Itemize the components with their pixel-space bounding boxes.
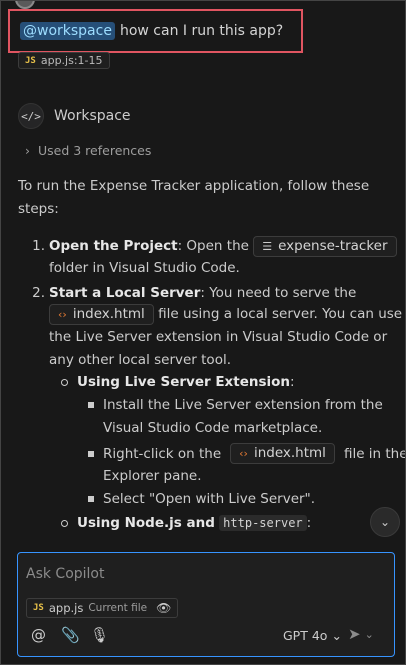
html-file-icon: ‹› [58,308,67,321]
intro-line-1: To run the Expense Tracker application, … [18,178,370,194]
current-file-sub: Current file [88,602,148,614]
model-selector[interactable]: GPT 4o ⌄ [283,628,342,643]
model-label: GPT 4o [283,628,328,643]
sub-step-live-server-title: Using Live Server Extension [77,374,291,390]
references-toggle[interactable]: › Used 3 references [25,143,151,158]
step-1: 1. Open the Project: Open the ☰ expense-tr… [18,236,397,257]
index-html-chip[interactable]: ‹› index.html [49,304,154,325]
user-message: @workspace how can I run this app? [8,9,303,53]
step-2-text-2: file using a local server. You can use [158,306,403,322]
index-html-chip-2[interactable]: ‹› index.html [230,443,335,464]
paperclip-icon[interactable]: 📎 [61,626,80,644]
eye-icon[interactable]: 👁 [156,601,171,615]
step-2-title: Start a Local Server [49,285,201,301]
step-1-post: folder in Visual Studio Code. [49,260,240,276]
step-1-title: Open the Project [49,238,178,254]
folder-chip[interactable]: ☰ expense-tracker [253,236,397,257]
at-icon[interactable]: @ [31,626,46,644]
index-html-chip-2-label: index.html [253,445,326,461]
user-avatar [15,1,35,9]
workspace-mention[interactable]: @workspace [20,22,115,40]
list-icon: ☰ [262,240,273,253]
sub-step-node-title: Using Node.js and [77,515,215,531]
send-button[interactable]: ➤ ⌄ [348,625,374,643]
intro-line-2: steps: [18,201,59,217]
live-server-item-1: Install the Live Server extension from t… [88,397,383,413]
attached-file-chip[interactable]: JS app.js:1-15 [18,52,110,69]
code-icon: </> [18,103,44,129]
attached-file-label: app.js:1-15 [40,54,103,67]
bullet-square [88,496,94,502]
chevron-right-icon: › [25,143,30,158]
bullet-circle [61,378,68,386]
http-server-code: http-server [219,515,307,531]
chevron-down-icon: ⌄ [331,628,342,643]
step-2-text-1: : You need to serve the [200,285,357,301]
bullet-circle [61,519,68,527]
response-header: </> Workspace [18,103,131,129]
sub-step-node-colon: : [306,515,312,531]
chat-input[interactable] [26,566,366,582]
javascript-file-icon: JS [33,603,44,613]
scroll-down-button[interactable]: ⌄ [370,507,400,537]
live-server-item-2-post: file in the [343,445,405,462]
javascript-file-icon: JS [25,55,36,66]
step-1-pre: : Open the [177,238,249,254]
live-server-item-3: Select "Open with Live Server". [88,491,315,507]
agent-name: Workspace [54,108,131,124]
user-message-text: how can I run this app? [119,23,284,39]
chat-input-box[interactable]: JS app.js Current file 👁 @ 📎 🎙 GPT 4o ⌄ … [17,552,395,657]
live-server-item-1-line-1: Install the Live Server extension from t… [103,397,383,413]
sub-step-live-server: Using Live Server Extension: [61,374,295,390]
folder-chip-label: expense-tracker [278,238,388,254]
chevron-down-icon: ⌄ [379,515,391,529]
microphone-icon[interactable]: 🎙 [90,626,109,644]
send-icon: ➤ [348,625,361,643]
bullet-square [88,450,94,457]
index-html-chip-label: index.html [72,306,145,322]
current-file-chip[interactable]: JS app.js Current file 👁 [26,598,179,618]
chat-transcript[interactable]: @workspace how can I run this app? JS ap… [1,1,405,549]
step-2: 2. Start a Local Server: You need to serv… [18,285,356,301]
live-server-item-1-line-2: Visual Studio Code marketplace. [103,420,323,436]
live-server-item-2-pre: Right-click on the [103,445,222,462]
live-server-item-2-line-2: Explorer pane. [103,468,202,484]
live-server-item-3-text: Select "Open with Live Server". [103,491,316,507]
chevron-down-icon: ⌄ [364,627,374,641]
live-server-item-2: Right-click on the ‹› index.html file in … [88,443,405,464]
html-file-icon: ‹› [239,447,248,460]
bullet-square [88,402,94,408]
step-2-text-4: any other local server tool. [49,352,231,368]
sub-step-node: Using Node.js and http-server: [61,515,311,531]
step-2-text-3: the Live Server extension in Visual Stud… [49,329,388,345]
step-2-line-2: ‹› index.html file using a local server. … [49,304,402,325]
step-2-number: 2. [32,285,45,301]
step-1-number: 1. [32,238,45,254]
sub-step-colon: : [290,374,295,390]
current-file-name: app.js [48,601,84,615]
references-label: Used 3 references [38,143,152,158]
